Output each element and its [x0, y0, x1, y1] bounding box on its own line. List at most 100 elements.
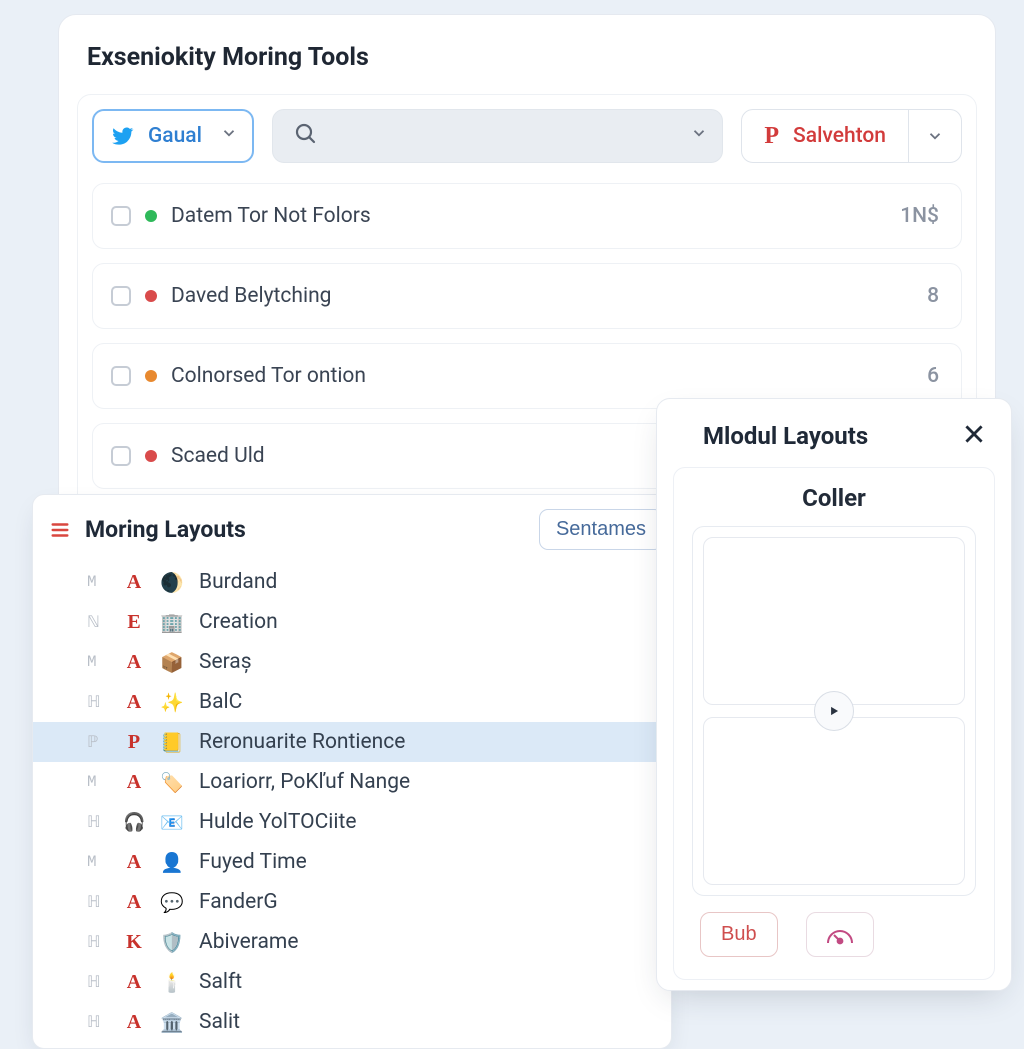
page-title: Exseniokity Moring Tools — [59, 43, 995, 94]
moring-header: Moring Layouts Sentames — [33, 495, 671, 560]
type-glyph: ℙ — [87, 732, 109, 752]
moring-layouts-panel: Moring Layouts Sentames MA🌒BurdandℕE🏢Cre… — [32, 494, 672, 1049]
item-name: Seraș — [199, 650, 651, 674]
type-glyph: ℍ — [87, 892, 109, 912]
item-name: BalC — [199, 690, 651, 714]
item-title: Daved Belytching — [171, 284, 331, 308]
item-name: Reronuarite Rontience — [199, 730, 651, 754]
item-name: Hulde YolTOCiite — [199, 810, 651, 834]
coller-heading: Coller — [692, 484, 976, 512]
letter-glyph: E — [123, 611, 145, 634]
letter-glyph: A — [123, 891, 145, 914]
layout-slot-top[interactable] — [703, 537, 965, 705]
letter-glyph: A — [123, 1011, 145, 1034]
moring-list: MA🌒BurdandℕE🏢CreationMA📦SerașℍA✨BalCℙP📒R… — [33, 560, 671, 1048]
gaual-dropdown[interactable]: Gaual — [92, 109, 254, 163]
moring-item[interactable]: MA 🏷️ Loariorr, PoKľuf Nange — [33, 762, 671, 802]
search-input[interactable] — [327, 125, 627, 148]
toolbar: Gaual P Salvehton — [92, 109, 962, 163]
item-name: Loariorr, PoKľuf Nange — [199, 770, 651, 794]
search-field[interactable] — [272, 109, 723, 163]
checkbox[interactable] — [111, 446, 131, 466]
salvehton-main[interactable]: P Salvehton — [742, 110, 909, 162]
sentames-button[interactable]: Sentames — [539, 509, 663, 550]
moring-title: Moring Layouts — [85, 516, 246, 543]
moring-item[interactable]: ℍA🏛️Salit — [33, 1002, 671, 1042]
type-glyph: M — [87, 853, 109, 871]
item-name: Fuyed Time — [199, 850, 651, 874]
item-emoji-icon: 🏛️ — [159, 1011, 185, 1034]
checkbox[interactable] — [111, 286, 131, 306]
letter-glyph: 🎧 — [123, 812, 145, 833]
moring-item[interactable]: ℍA 💬 FanderG — [33, 882, 671, 922]
letter-glyph: A — [123, 691, 145, 714]
item-title: Colnorsed Tor ontion — [171, 364, 366, 388]
letter-glyph: A — [123, 971, 145, 994]
preview-slots — [692, 526, 976, 896]
type-glyph: ℍ — [87, 932, 109, 952]
status-dot — [145, 450, 157, 462]
item-emoji-icon: 🌒 — [159, 571, 185, 594]
salvehton-label: Salvehton — [793, 124, 886, 148]
moring-item[interactable]: ℍA✨BalC — [33, 682, 671, 722]
item-name: Salit — [199, 1010, 651, 1034]
letter-glyph: A — [123, 851, 145, 874]
status-dot — [145, 370, 157, 382]
close-button[interactable] — [961, 421, 987, 451]
letter-glyph: A — [123, 651, 145, 674]
item-emoji-icon: 🏷️ — [159, 771, 185, 794]
item-name: FanderG — [199, 890, 651, 914]
letter-glyph: K — [123, 931, 145, 954]
p-letter-icon: P — [764, 123, 779, 150]
type-glyph: M — [87, 653, 109, 671]
moring-item[interactable]: MA🌒Burdand — [33, 562, 671, 602]
item-name: Burdand — [199, 570, 651, 594]
type-glyph: ℍ — [87, 812, 109, 832]
item-emoji-icon: 💬 — [159, 891, 185, 914]
bub-button[interactable]: Bub — [700, 912, 778, 957]
item-emoji-icon: 📧 — [159, 811, 185, 834]
list-icon — [49, 519, 71, 541]
moring-item[interactable]: ℙP📒Reronuarite Rontience — [33, 722, 671, 762]
checkbox[interactable] — [111, 366, 131, 386]
moring-item[interactable]: MA 📦 Seraș — [33, 642, 671, 682]
play-button[interactable] — [814, 691, 854, 731]
item-emoji-icon: 👤 — [159, 851, 185, 874]
moring-item[interactable]: ℍK🛡️Abiverame — [33, 922, 671, 962]
item-emoji-icon: 📦 — [159, 651, 185, 674]
moring-item[interactable]: ℍA 🕯️ Salft — [33, 962, 671, 1002]
item-emoji-icon: ✨ — [159, 691, 185, 714]
item-count: 8 — [927, 284, 939, 308]
checkbox[interactable] — [111, 206, 131, 226]
list-item[interactable]: Daved Belytching 8 — [92, 263, 962, 329]
salvehton-chevron[interactable] — [909, 127, 961, 145]
type-glyph: ℍ — [87, 972, 109, 992]
gaual-label: Gaual — [148, 124, 202, 148]
item-emoji-icon: 🕯️ — [159, 971, 185, 994]
salvehton-dropdown[interactable]: P Salvehton — [741, 109, 962, 163]
type-glyph: ℕ — [87, 612, 109, 632]
type-glyph: M — [87, 773, 109, 791]
layout-slot-bottom[interactable] — [703, 717, 965, 885]
twitter-icon — [112, 125, 134, 147]
side-inner: Coller Bub — [673, 467, 995, 980]
list-item[interactable]: Datem Tor Not Folors 1N$ — [92, 183, 962, 249]
item-title: Scaed Uld — [171, 444, 265, 468]
status-dot — [145, 290, 157, 302]
moring-item[interactable]: ℕE🏢Creation — [33, 602, 671, 642]
item-name: Salft — [199, 970, 651, 994]
moring-item[interactable]: ℍ 🎧 📧 Hulde YolTOCiite — [33, 802, 671, 842]
letter-glyph: A — [123, 571, 145, 594]
item-emoji-icon: 🛡️ — [159, 931, 185, 954]
search-icon — [293, 121, 317, 151]
mlodul-layouts-card: Mlodul Layouts Coller Bub — [656, 398, 1012, 991]
side-title: Mlodul Layouts — [703, 422, 868, 450]
item-name: Creation — [199, 610, 651, 634]
gauge-button[interactable] — [806, 912, 874, 957]
letter-glyph: A — [123, 771, 145, 794]
item-emoji-icon: 📒 — [159, 731, 185, 754]
moring-item[interactable]: MA 👤 Fuyed Time — [33, 842, 671, 882]
chevron-down-icon — [220, 124, 238, 148]
item-count: 1N$ — [900, 204, 939, 228]
chevron-down-icon[interactable] — [690, 124, 708, 148]
